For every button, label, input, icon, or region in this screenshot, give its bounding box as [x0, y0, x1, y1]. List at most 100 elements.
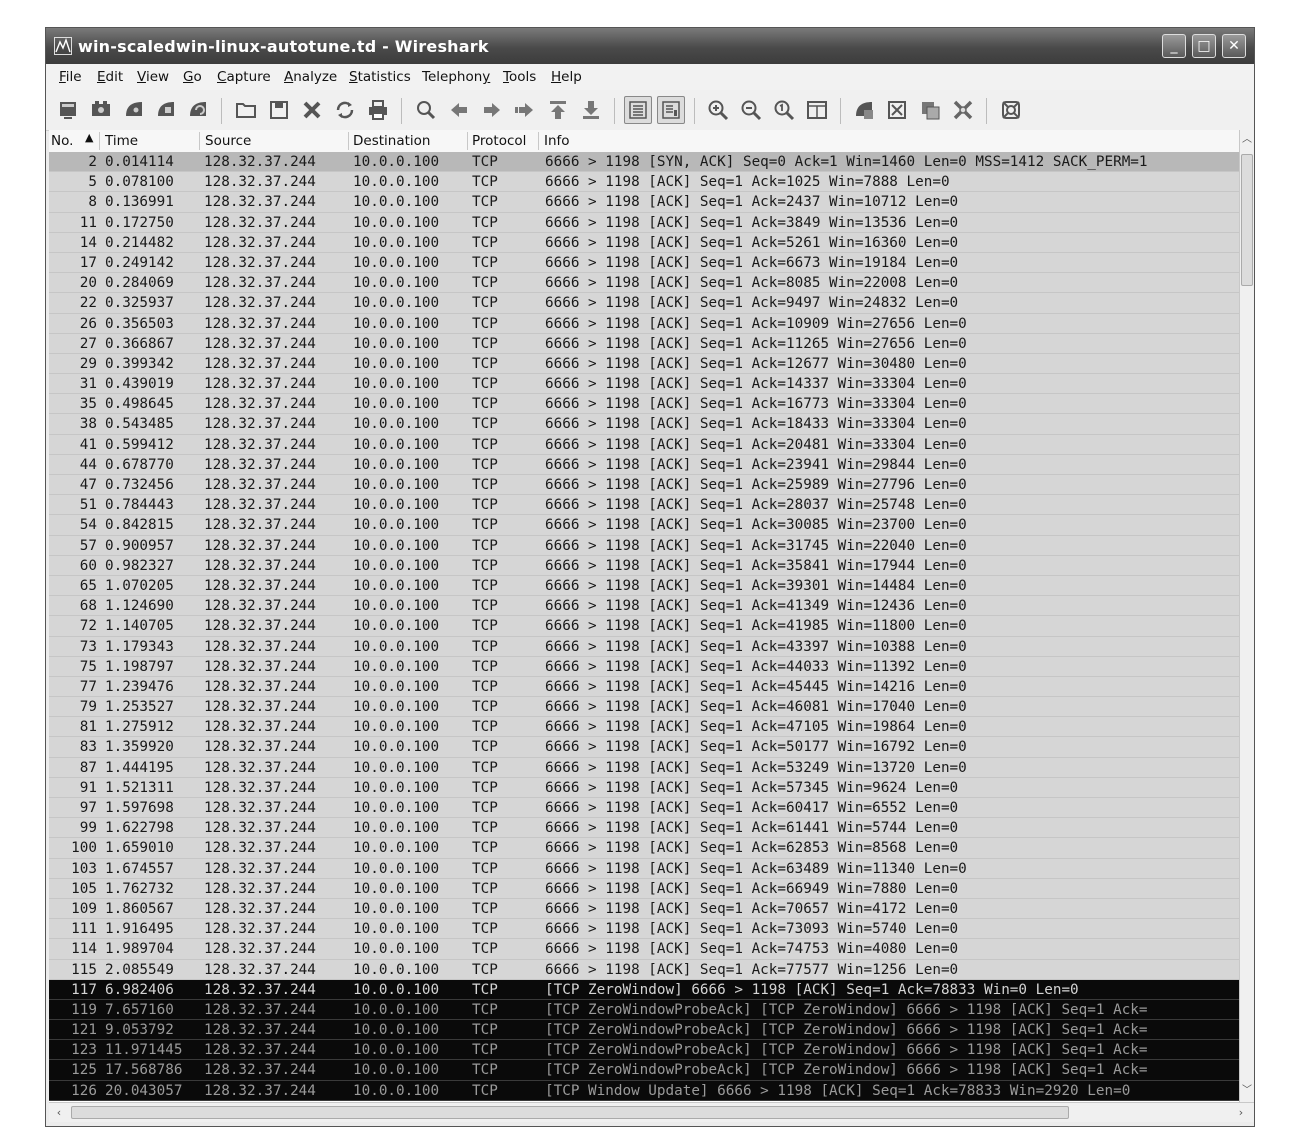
table-row[interactable]: 72 1.140705 128.32.37.244 10.0.0.100 TCP 6666…	[49, 616, 1239, 637]
table-row[interactable]: 17 0.249142 128.32.37.244 10.0.0.100 TCP 6666…	[49, 252, 1239, 274]
table-row[interactable]: 105 1.762732 128.32.37.244 10.0.0.100 TCP 666…	[49, 878, 1239, 899]
vertical-scroll-thumb[interactable]	[1241, 154, 1253, 286]
table-row[interactable]: 91 1.521311 128.32.37.244 10.0.0.100 TCP 6666…	[49, 777, 1239, 798]
menu-analyze[interactable]: Analyze	[284, 69, 337, 85]
open-file-icon[interactable]	[234, 98, 258, 122]
table-row[interactable]: 123 11.971445 128.32.37.244 10.0.0.100 TCP [T…	[49, 1040, 1239, 1061]
normal-size-icon[interactable]	[772, 98, 796, 122]
go-to-packet-icon[interactable]	[513, 98, 537, 122]
save-file-icon[interactable]	[267, 98, 291, 122]
table-row[interactable]: 38 0.543485 128.32.37.244 10.0.0.100 TCP 6666…	[49, 414, 1239, 435]
menu-file[interactable]: File	[59, 69, 82, 85]
coloring-rules-icon[interactable]	[918, 98, 942, 122]
table-row[interactable]: 35 0.498645 128.32.37.244 10.0.0.100 TCP 6666…	[49, 394, 1239, 415]
column-header-source[interactable]: Source	[205, 133, 251, 149]
column-divider[interactable]	[199, 132, 200, 150]
close-file-icon[interactable]	[300, 98, 324, 122]
menu-go[interactable]: Go	[183, 69, 202, 85]
table-row[interactable]: 97 1.597698 128.32.37.244 10.0.0.100 TCP 6666…	[49, 798, 1239, 819]
menu-telephony[interactable]: Telephony	[422, 69, 490, 85]
table-row[interactable]: 27 0.366867 128.32.37.244 10.0.0.100 TCP 6666…	[49, 333, 1239, 354]
vertical-scrollbar[interactable]: ︿ ﹀	[1239, 130, 1254, 1102]
table-row[interactable]: 65 1.070205 128.32.37.244 10.0.0.100 TCP 6666…	[49, 575, 1239, 597]
table-row[interactable]: 77 1.239476 128.32.37.244 10.0.0.100 TCP 6666…	[49, 676, 1239, 698]
column-header-destination[interactable]: Destination	[353, 133, 430, 149]
table-row[interactable]: 2 0.014114 128.32.37.244 10.0.0.100 TCP 6666 …	[49, 152, 1239, 173]
column-divider[interactable]	[467, 132, 468, 150]
table-row[interactable]: 20 0.284069 128.32.37.244 10.0.0.100 TCP 6666…	[49, 273, 1239, 294]
table-row[interactable]: 22 0.325937 128.32.37.244 10.0.0.100 TCP 6666…	[49, 293, 1239, 314]
table-row[interactable]: 114 1.989704 128.32.37.244 10.0.0.100 TCP 666…	[49, 939, 1239, 960]
print-icon[interactable]	[366, 98, 390, 122]
table-row[interactable]: 115 2.085549 128.32.37.244 10.0.0.100 TCP 666…	[49, 959, 1239, 980]
help-icon[interactable]	[999, 98, 1023, 122]
go-forward-icon[interactable]	[480, 98, 504, 122]
table-row[interactable]: 54 0.842815 128.32.37.244 10.0.0.100 TCP 6666…	[49, 515, 1239, 536]
column-header-no[interactable]: No.	[51, 133, 73, 149]
horizontal-scrollbar[interactable]: ‹ ›	[49, 1102, 1254, 1122]
capture-options-icon[interactable]	[89, 98, 113, 122]
auto-scroll-icon[interactable]	[657, 96, 685, 124]
table-row[interactable]: 57 0.900957 128.32.37.244 10.0.0.100 TCP 6666…	[49, 535, 1239, 556]
maximize-button[interactable]: □	[1192, 34, 1216, 58]
column-header-protocol[interactable]: Protocol	[472, 133, 526, 149]
table-row[interactable]: 60 0.982327 128.32.37.244 10.0.0.100 TCP 6666…	[49, 555, 1239, 576]
table-row[interactable]: 29 0.399342 128.32.37.244 10.0.0.100 TCP 6666…	[49, 353, 1239, 375]
table-row[interactable]: 103 1.674557 128.32.37.244 10.0.0.100 TCP 666…	[49, 858, 1239, 879]
colorize-icon[interactable]	[624, 96, 652, 124]
interfaces-icon[interactable]	[56, 98, 80, 122]
table-row[interactable]: 119 7.657160 128.32.37.244 10.0.0.100 TCP [TC…	[49, 999, 1239, 1021]
column-divider[interactable]	[348, 132, 349, 150]
table-row[interactable]: 111 1.916495 128.32.37.244 10.0.0.100 TCP 666…	[49, 919, 1239, 940]
table-row[interactable]: 47 0.732456 128.32.37.244 10.0.0.100 TCP 6666…	[49, 475, 1239, 496]
table-row[interactable]: 117 6.982406 128.32.37.244 10.0.0.100 TCP [TC…	[49, 979, 1239, 1000]
scroll-right-icon[interactable]: ›	[1233, 1105, 1249, 1121]
resize-columns-icon[interactable]	[805, 98, 829, 122]
column-header-time[interactable]: Time	[105, 133, 138, 149]
go-last-icon[interactable]	[579, 98, 603, 122]
table-row[interactable]: 41 0.599412 128.32.37.244 10.0.0.100 TCP 6666…	[49, 434, 1239, 455]
table-row[interactable]: 44 0.678770 128.32.37.244 10.0.0.100 TCP 6666…	[49, 454, 1239, 475]
close-button[interactable]: ✕	[1222, 34, 1246, 58]
reload-icon[interactable]	[333, 98, 357, 122]
title-bar[interactable]: win-scaledwin-linux-autotune.td - Wiresh…	[46, 28, 1254, 64]
display-filters-icon[interactable]	[885, 98, 909, 122]
table-row[interactable]: 125 17.568786 128.32.37.244 10.0.0.100 TCP [T…	[49, 1060, 1239, 1081]
table-row[interactable]: 68 1.124690 128.32.37.244 10.0.0.100 TCP 6666…	[49, 596, 1239, 617]
preferences-icon[interactable]	[951, 98, 975, 122]
table-row[interactable]: 11 0.172750 128.32.37.244 10.0.0.100 TCP 6666…	[49, 212, 1239, 233]
table-row[interactable]: 109 1.860567 128.32.37.244 10.0.0.100 TCP 666…	[49, 898, 1239, 920]
column-divider[interactable]	[538, 132, 539, 150]
table-row[interactable]: 26 0.356503 128.32.37.244 10.0.0.100 TCP 6666…	[49, 313, 1239, 334]
scroll-down-icon[interactable]: ﹀	[1240, 1084, 1254, 1098]
column-divider[interactable]	[99, 132, 100, 150]
table-row[interactable]: 14 0.214482 128.32.37.244 10.0.0.100 TCP 6666…	[49, 232, 1239, 253]
table-row[interactable]: 126 20.043057 128.32.37.244 10.0.0.100 TCP [T…	[49, 1080, 1239, 1101]
table-row[interactable]: 83 1.359920 128.32.37.244 10.0.0.100 TCP 6666…	[49, 737, 1239, 758]
table-row[interactable]: 31 0.439019 128.32.37.244 10.0.0.100 TCP 6666…	[49, 374, 1239, 395]
find-packet-icon[interactable]	[414, 98, 438, 122]
table-row[interactable]: 87 1.444195 128.32.37.244 10.0.0.100 TCP 6666…	[49, 757, 1239, 778]
go-first-icon[interactable]	[546, 98, 570, 122]
menu-capture[interactable]: Capture	[217, 69, 271, 85]
table-row[interactable]: 73 1.179343 128.32.37.244 10.0.0.100 TCP 6666…	[49, 636, 1239, 657]
table-row[interactable]: 75 1.198797 128.32.37.244 10.0.0.100 TCP 6666…	[49, 656, 1239, 677]
table-row[interactable]: 5 0.078100 128.32.37.244 10.0.0.100 TCP 6666 …	[49, 172, 1239, 193]
menu-help[interactable]: Help	[551, 69, 582, 85]
menu-edit[interactable]: Edit	[97, 69, 123, 85]
zoom-in-icon[interactable]	[706, 98, 730, 122]
go-back-icon[interactable]	[447, 98, 471, 122]
table-row[interactable]: 8 0.136991 128.32.37.244 10.0.0.100 TCP 6666 …	[49, 192, 1239, 213]
stop-capture-icon[interactable]	[154, 98, 178, 122]
table-row[interactable]: 79 1.253527 128.32.37.244 10.0.0.100 TCP 6666…	[49, 697, 1239, 718]
restart-capture-icon[interactable]	[186, 98, 210, 122]
capture-filters-icon[interactable]	[852, 98, 876, 122]
minimize-button[interactable]: _	[1162, 34, 1186, 58]
scroll-up-icon[interactable]: ︿	[1240, 133, 1254, 147]
menu-view[interactable]: View	[137, 69, 169, 85]
table-row[interactable]: 51 0.784443 128.32.37.244 10.0.0.100 TCP 6666…	[49, 495, 1239, 516]
scroll-left-icon[interactable]: ‹	[51, 1105, 67, 1121]
packet-list[interactable]: No. ▲ Time Source Destination Protocol I…	[49, 130, 1239, 1102]
horizontal-scroll-thumb[interactable]	[71, 1106, 1069, 1119]
table-row[interactable]: 81 1.275912 128.32.37.244 10.0.0.100 TCP 6666…	[49, 717, 1239, 738]
